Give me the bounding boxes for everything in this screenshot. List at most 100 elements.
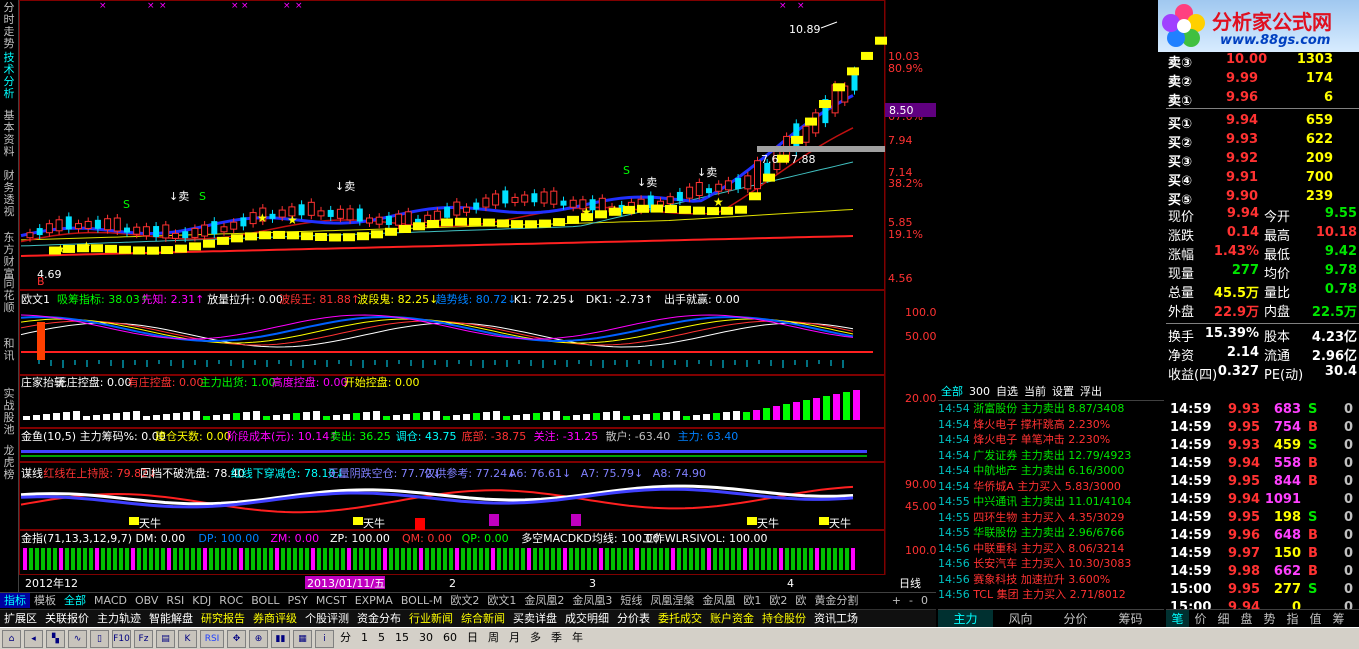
left-tab[interactable]: 财务透视 [1, 170, 17, 218]
period-button[interactable]: 年 [567, 628, 588, 648]
indicator-tab[interactable]: BOLL-M [397, 593, 447, 608]
info-tab[interactable]: 关联报价 [41, 610, 93, 627]
indicator-tab[interactable]: 指标 [0, 593, 30, 608]
period-button[interactable]: 分 [335, 628, 356, 648]
period-button[interactable]: 周 [483, 628, 504, 648]
bars-icon[interactable]: ▮▮ [271, 630, 290, 648]
info-tab[interactable]: 综合新闻 [457, 610, 509, 627]
zoom-button[interactable]: + [888, 593, 905, 608]
indicator-tab[interactable]: 欧文2 [446, 593, 483, 608]
info-tab[interactable]: 持仓股份 [758, 610, 810, 627]
indicator-tab[interactable]: OBV [131, 593, 162, 608]
orderbook-row[interactable]: 买② 9.93 622 [1166, 132, 1359, 151]
info-tab[interactable]: 行业新闻 [405, 610, 457, 627]
tick-subtab[interactable]: 值 [1304, 610, 1327, 628]
period-button[interactable]: 5 [373, 628, 390, 648]
info-tab[interactable]: 账户资金 [706, 610, 758, 627]
info-tab[interactable]: 券商评级 [249, 610, 301, 627]
indicator-tab[interactable]: 金凤凰 [698, 593, 739, 608]
news-subtab[interactable]: 主力 [938, 610, 993, 628]
zoom-button[interactable]: 0 [917, 593, 932, 608]
move-icon[interactable]: ✥ [227, 630, 246, 648]
indicator-tab[interactable]: 黄金分割 [810, 593, 862, 608]
line-icon[interactable]: ∿ [68, 630, 87, 648]
tick-subtab[interactable]: 盘 [1235, 610, 1258, 628]
home-icon[interactable]: ⌂ [2, 630, 21, 648]
info-tab[interactable]: 资金分布 [353, 610, 405, 627]
Fz-icon[interactable]: Fz [134, 630, 153, 648]
news-subtab[interactable]: 分价 [1048, 610, 1103, 628]
orderbook-row[interactable]: 卖② 9.99 174 [1166, 71, 1359, 90]
left-tab[interactable]: 技术分析 [1, 52, 17, 100]
indicator-tab[interactable]: BOLL [247, 593, 283, 608]
period-button[interactable]: 季 [546, 628, 567, 648]
left-tab[interactable]: 实战股池 [1, 388, 17, 436]
orderbook-row[interactable]: 买③ 9.92 209 [1166, 151, 1359, 170]
period-button[interactable]: 月 [504, 628, 525, 648]
zoom-icon[interactable]: ⊕ [249, 630, 268, 648]
left-tab[interactable]: 龙虎榜 [1, 445, 17, 481]
zoom-button[interactable]: - [905, 593, 917, 608]
grid-icon[interactable]: ▦ [293, 630, 312, 648]
info-tab[interactable]: 分价表 [613, 610, 654, 627]
tick-subtab[interactable]: 筹 [1327, 610, 1350, 628]
indicator-tab[interactable]: 金凤凰3 [568, 593, 616, 608]
indicator-tab[interactable]: PSY [283, 593, 311, 608]
indicator-tab[interactable]: 全部 [60, 593, 90, 608]
left-tab[interactable]: 基本资料 [1, 110, 17, 158]
info-tab[interactable]: 委托成交 [654, 610, 706, 627]
tick-subtab[interactable]: 笔 [1166, 610, 1189, 628]
indicator-tab[interactable]: 模板 [30, 593, 60, 608]
info-tab[interactable]: 买卖详盘 [509, 610, 561, 627]
left-tab[interactable]: 同花顺 [1, 278, 17, 314]
indicator-tab[interactable]: 凤凰涅槃 [646, 593, 698, 608]
news-subtab[interactable]: 筹码 [1103, 610, 1158, 628]
orderbook-row[interactable]: 买① 9.94 659 [1166, 113, 1359, 132]
tick-subtab[interactable]: 价 [1189, 610, 1212, 628]
info-tab[interactable]: 扩展区 [0, 610, 41, 627]
orderbook-row[interactable]: 卖① 9.96 6 [1166, 90, 1359, 109]
tick-subtab[interactable]: 势 [1258, 610, 1281, 628]
indicator-tab[interactable]: 欧 [791, 593, 810, 608]
kline-chart[interactable]: ×××××××××10.0380.9%67.6%7.947.1438.2%5.8… [19, 0, 936, 590]
orderbook-row[interactable]: 买⑤ 9.90 239 [1166, 189, 1359, 208]
period-button[interactable]: 多 [525, 628, 546, 648]
indicator-tab[interactable]: ROC [215, 593, 247, 608]
info-tab[interactable]: 资讯工场 [810, 610, 862, 627]
indicator-tab[interactable]: 金凤凰2 [520, 593, 568, 608]
print-icon[interactable]: ▤ [156, 630, 175, 648]
k-icon[interactable]: K [178, 630, 197, 648]
period-button[interactable]: 30 [414, 628, 438, 648]
period-button[interactable]: 60 [438, 628, 462, 648]
indicator-tab[interactable]: EXPMA [351, 593, 397, 608]
tick-subtab[interactable]: 细 [1212, 610, 1235, 628]
news-subtab[interactable]: 风向 [993, 610, 1048, 628]
indicator-tab[interactable]: RSI [162, 593, 188, 608]
left-tab[interactable]: 东方财富 [1, 232, 17, 280]
period-button[interactable]: 日 [462, 628, 483, 648]
indicator-tab[interactable]: 欧2 [765, 593, 791, 608]
orderbook-row[interactable]: 买④ 9.91 700 [1166, 170, 1359, 189]
info-tab[interactable]: 成交明细 [561, 610, 613, 627]
period-button[interactable]: 15 [390, 628, 414, 648]
indicator-tab[interactable]: 欧文1 [483, 593, 520, 608]
info-tab[interactable]: 研究报告 [197, 610, 249, 627]
indicator-tab[interactable]: KDJ [188, 593, 215, 608]
back-icon[interactable]: ◂ [24, 630, 43, 648]
chart-icon[interactable]: ▚ [46, 630, 65, 648]
period-button[interactable]: 1 [356, 628, 373, 648]
candle-icon[interactable]: ▯ [90, 630, 109, 648]
orderbook-row[interactable]: 卖③ 10.00 1303 [1166, 52, 1359, 71]
info-tab[interactable]: 个股评测 [301, 610, 353, 627]
indicator-tab[interactable]: MACD [90, 593, 131, 608]
rsi-icon[interactable]: RSI [200, 630, 224, 648]
info-icon[interactable]: i [315, 630, 334, 648]
info-tab[interactable]: 智能解盘 [145, 610, 197, 627]
F10-icon[interactable]: F10 [112, 630, 131, 648]
indicator-tab[interactable]: MCST [312, 593, 351, 608]
info-tab[interactable]: 主力轨迹 [93, 610, 145, 627]
left-tab[interactable]: 分时走势 [1, 2, 17, 50]
indicator-tab[interactable]: 短线 [616, 593, 646, 608]
indicator-tab[interactable]: 欧1 [739, 593, 765, 608]
left-tab[interactable]: 和讯 [1, 338, 17, 362]
